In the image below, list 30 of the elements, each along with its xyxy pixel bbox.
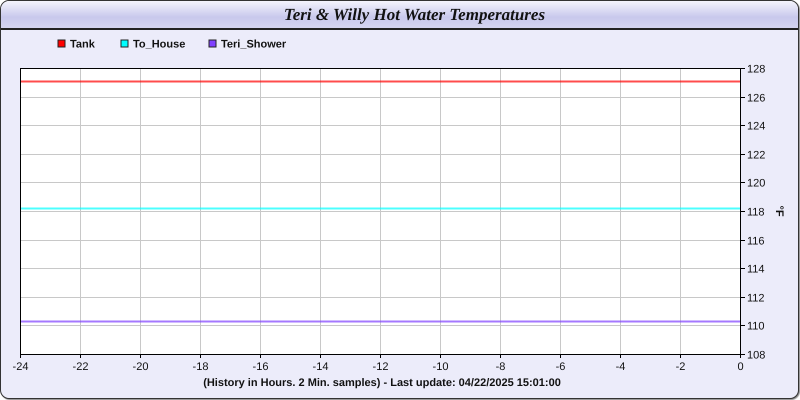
axis-label: °F	[773, 205, 785, 217]
x-tick-label: 0	[737, 361, 744, 373]
legend-label: To_House	[133, 38, 186, 50]
x-tick-label: -4	[616, 361, 626, 373]
y-tick-label: 110	[747, 320, 765, 332]
y-tick-label: 128	[747, 64, 766, 76]
window-title: Teri & Willy Hot Water Temperatures	[282, 4, 546, 24]
axis-label: (History in Hours. 2 Min. samples) - Last update: 04/22/2025 15:01:00	[203, 377, 561, 389]
x-tick-label: -16	[252, 361, 268, 373]
y-tick-label: 112	[747, 292, 765, 304]
x-tick-label: -24	[12, 361, 28, 373]
x-tick-label: -2	[676, 361, 686, 373]
y-tick-label: 120	[747, 178, 766, 190]
x-tick-label: -12	[372, 361, 388, 373]
y-tick-label: 108	[747, 350, 766, 362]
x-tick-label: -6	[556, 361, 566, 373]
y-tick-label: 124	[747, 120, 766, 132]
y-tick-label: 122	[747, 150, 766, 162]
y-tick-label: 126	[747, 92, 766, 104]
x-tick-label: -22	[72, 361, 88, 373]
x-tick-label: -20	[132, 361, 148, 373]
legend-label: Tank	[70, 38, 95, 50]
x-tick-label: -10	[432, 361, 448, 373]
y-tick-label: 114	[747, 264, 765, 276]
y-tick-label: 118	[747, 206, 765, 218]
y-tick-label: 116	[747, 236, 765, 248]
x-tick-label: -14	[312, 361, 328, 373]
x-tick-label: -18	[192, 361, 208, 373]
x-tick-label: -8	[496, 361, 506, 373]
legend-label: Teri_Shower	[221, 38, 286, 50]
